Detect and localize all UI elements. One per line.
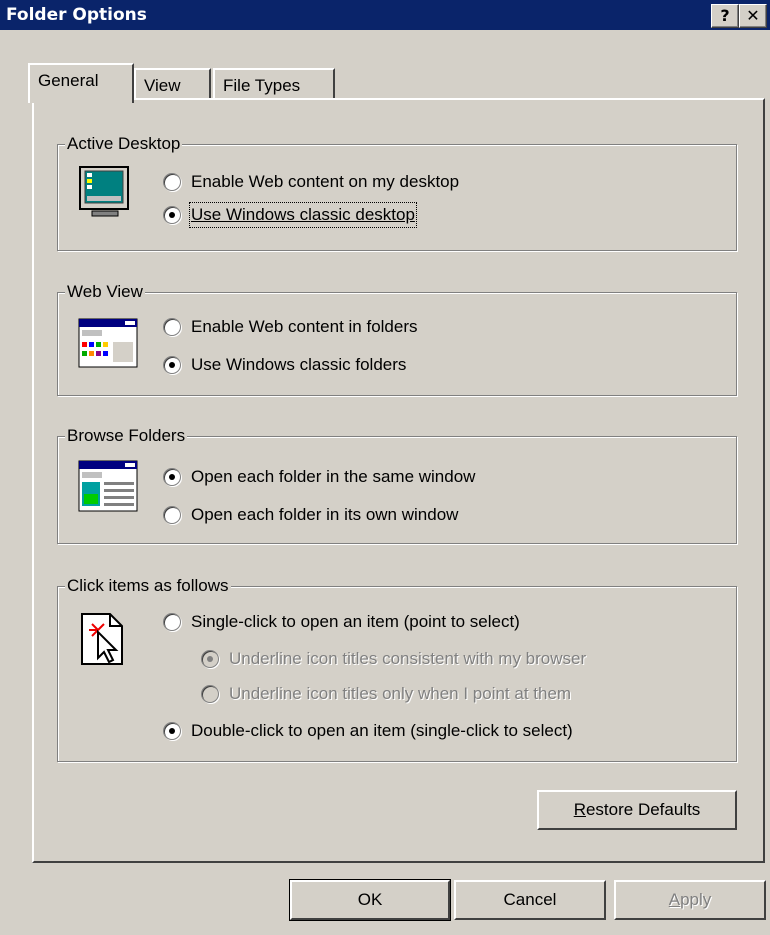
cancel-label: Cancel [503, 890, 557, 909]
web-view-legend: Web View [65, 281, 145, 303]
enable-web-content-desktop-label: Enable Web content on my desktop [191, 172, 460, 191]
restore-mnemonic: R [573, 800, 586, 819]
tab-file-types[interactable]: File Types [213, 68, 335, 102]
use-classic-folders-label: Use Windows classic folders [191, 355, 407, 374]
radio-circle[interactable] [163, 468, 181, 486]
title-bar: Folder Options ? ✕ [0, 0, 770, 30]
click-items-legend: Click items as follows [65, 575, 231, 597]
cancel-button[interactable]: Cancel [454, 880, 606, 920]
active-desktop-group: Active Desktop [57, 133, 737, 251]
radio-circle[interactable] [163, 206, 181, 224]
tab-view-label: View [144, 76, 181, 95]
ok-button[interactable]: OK [289, 879, 451, 921]
monitor-icon [79, 166, 129, 217]
open-own-window-radio[interactable]: Open each folder in its own window [163, 504, 458, 526]
help-button[interactable]: ? [711, 4, 739, 28]
use-classic-desktop-radio[interactable]: Use Windows classic desktop [163, 202, 417, 228]
single-click-radio[interactable]: Single-click to open an item (point to s… [163, 611, 520, 633]
underline-browser-label: Underline icon titles consistent with my… [229, 649, 587, 668]
tab-general-label: General [38, 71, 99, 90]
active-desktop-legend: Active Desktop [65, 133, 183, 155]
tab-file-types-label: File Types [223, 76, 301, 95]
apply-mnemonic: A [668, 890, 681, 909]
close-button[interactable]: ✕ [739, 4, 767, 28]
underline-browser-radio: Underline icon titles consistent with my… [201, 648, 586, 670]
window-title: Folder Options [6, 5, 147, 25]
pointer-click-icon [81, 613, 123, 665]
open-same-window-label: Open each folder in the same window [191, 467, 476, 486]
radio-circle[interactable] [163, 356, 181, 374]
ok-label: OK [357, 890, 383, 909]
radio-circle[interactable] [163, 318, 181, 336]
radio-circle[interactable] [163, 173, 181, 191]
single-click-label: Single-click to open an item (point to s… [191, 612, 520, 631]
enable-web-content-desktop-radio[interactable]: Enable Web content on my desktop [163, 171, 459, 193]
use-classic-desktop-label: Use Windows classic desktop [189, 202, 417, 228]
enable-web-content-folders-radio[interactable]: Enable Web content in folders [163, 316, 418, 338]
tab-general[interactable]: General [28, 63, 134, 103]
radio-circle[interactable] [163, 506, 181, 524]
restore-label: estore Defaults [585, 800, 701, 819]
apply-label: pply [680, 890, 712, 909]
apply-button[interactable]: Apply [614, 880, 766, 920]
enable-web-content-folders-label: Enable Web content in folders [191, 317, 418, 336]
browse-folders-legend: Browse Folders [65, 425, 188, 447]
underline-point-label: Underline icon titles only when I point … [229, 684, 572, 703]
web-view-group: Web View [57, 281, 737, 396]
web-folder-icon [78, 318, 138, 368]
underline-point-radio: Underline icon titles only when I point … [201, 683, 571, 705]
open-same-window-radio[interactable]: Open each folder in the same window [163, 466, 475, 488]
radio-circle[interactable] [163, 613, 181, 631]
open-own-window-label: Open each folder in its own window [191, 505, 459, 524]
restore-defaults-button[interactable]: Restore Defaults [537, 790, 737, 830]
radio-circle[interactable] [163, 722, 181, 740]
radio-circle [201, 650, 219, 668]
use-classic-folders-radio[interactable]: Use Windows classic folders [163, 354, 406, 376]
radio-circle [201, 685, 219, 703]
tab-view[interactable]: View [134, 68, 211, 102]
double-click-label: Double-click to open an item (single-cli… [191, 721, 573, 740]
window-icon [78, 460, 138, 512]
browse-folders-group: Browse Folders [57, 425, 737, 544]
double-click-radio[interactable]: Double-click to open an item (single-cli… [163, 720, 573, 742]
